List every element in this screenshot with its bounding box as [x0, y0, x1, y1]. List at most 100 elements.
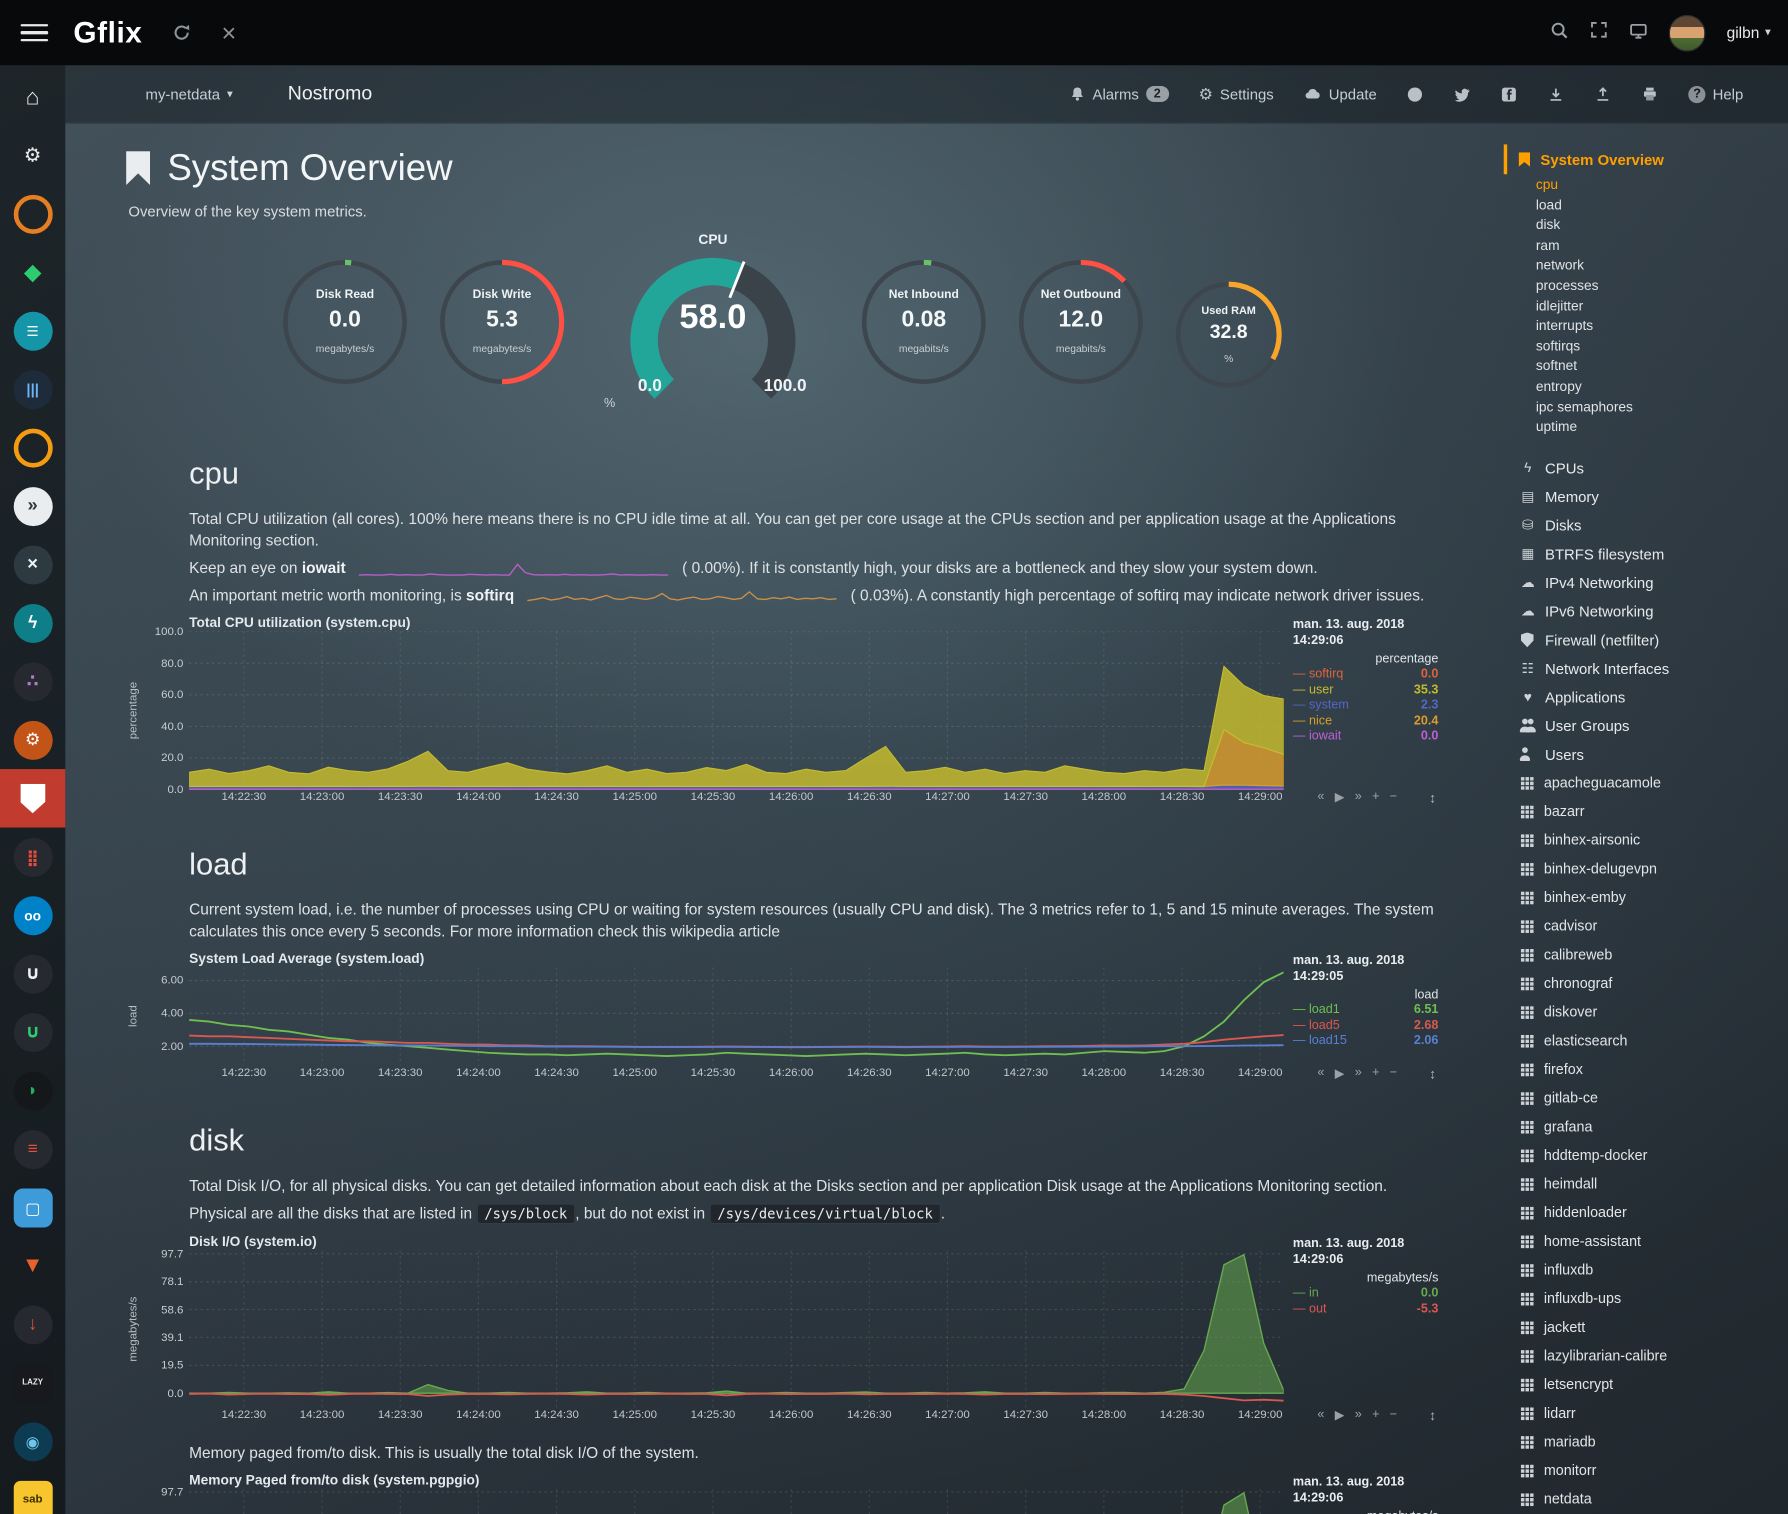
sidebar-app-dark-cross[interactable]: ×	[0, 535, 65, 593]
menu-section-firewall-netfilter-[interactable]: Firewall (netfilter)	[1519, 625, 1788, 654]
menu-app-hddtemp-docker[interactable]: hddtemp-docker	[1519, 1141, 1788, 1170]
menu-app-netdata[interactable]: netdata	[1519, 1485, 1788, 1514]
menu-app-elasticsearch[interactable]: elasticsearch	[1519, 1027, 1788, 1056]
iowait-sparkline[interactable]	[359, 562, 668, 577]
menu-app-lidarr[interactable]: lidarr	[1519, 1399, 1788, 1428]
upload-icon[interactable]	[1595, 85, 1612, 102]
menu-sub-idlejitter[interactable]: idlejitter	[1536, 296, 1788, 316]
menu-app-bazarr[interactable]: bazarr	[1519, 797, 1788, 826]
menu-section-disks[interactable]: ⛁Disks	[1519, 511, 1788, 540]
sidebar-app-white-horseshoe[interactable]: ∪	[0, 944, 65, 1002]
sidebar-app-scatter[interactable]: ∴	[0, 652, 65, 710]
legend-load15[interactable]: — load152.06	[1293, 1034, 1439, 1049]
menu-sub-interrupts[interactable]: interrupts	[1536, 317, 1788, 337]
user-menu[interactable]: gilbn▾	[1727, 24, 1771, 41]
help-button[interactable]: ?Help	[1689, 85, 1744, 102]
zoom-in-button[interactable]: +	[1372, 790, 1379, 805]
fullscreen-icon[interactable]	[1590, 21, 1608, 45]
sidebar-home[interactable]: ⌂	[0, 68, 65, 126]
chart-canvas[interactable]	[189, 1250, 1284, 1407]
menu-app-jackett[interactable]: jackett	[1519, 1313, 1788, 1342]
sidebar-app-sab[interactable]: sab	[0, 1471, 65, 1514]
pan-right-button[interactable]: »	[1355, 1407, 1362, 1422]
menu-section-network-interfaces[interactable]: ☷Network Interfaces	[1519, 654, 1788, 683]
menu-sub-softnet[interactable]: softnet	[1536, 357, 1788, 377]
zoom-out-button[interactable]: −	[1390, 1407, 1397, 1422]
settings-button[interactable]: ⚙Settings	[1199, 85, 1274, 102]
menu-app-cadvisor[interactable]: cadvisor	[1519, 912, 1788, 941]
resize-handle[interactable]: ↕	[1429, 790, 1436, 806]
menu-sub-cpu[interactable]: cpu	[1536, 175, 1788, 195]
sidebar-app-red-dots[interactable]: ⣿	[0, 828, 65, 886]
refresh-icon[interactable]	[172, 23, 191, 42]
menu-app-binhex-delugevpn[interactable]: binhex-delugevpn	[1519, 855, 1788, 884]
search-icon[interactable]	[1550, 20, 1569, 45]
menu-sub-load[interactable]: load	[1536, 196, 1788, 216]
sidebar-app-orange-search[interactable]	[0, 418, 65, 476]
download-icon[interactable]	[1548, 85, 1565, 102]
menu-section-users[interactable]: Users	[1519, 740, 1788, 769]
sidebar-app-dark-green-dot[interactable]: ◗	[0, 1061, 65, 1119]
sidebar-app-green-horseshoe[interactable]: ∪	[0, 1003, 65, 1061]
avatar[interactable]	[1669, 14, 1706, 51]
menu-app-mariadb[interactable]: mariadb	[1519, 1428, 1788, 1457]
legend-load1[interactable]: — load16.51	[1293, 1003, 1439, 1018]
menu-sub-network[interactable]: network	[1536, 256, 1788, 276]
alarms-button[interactable]: Alarms 2	[1070, 85, 1169, 102]
play-button[interactable]: ▶	[1335, 790, 1345, 805]
menu-sub-softirqs[interactable]: softirqs	[1536, 337, 1788, 357]
pan-left-button[interactable]: «	[1317, 1066, 1324, 1081]
menu-section-ipv4-networking[interactable]: ☁IPv4 Networking	[1519, 568, 1788, 597]
sidebar-app-blue-bars[interactable]: |||	[0, 360, 65, 418]
sidebar-app-white-chevrons[interactable]: »	[0, 477, 65, 535]
zoom-in-button[interactable]: +	[1372, 1407, 1379, 1422]
menu-app-chronograf[interactable]: chronograf	[1519, 969, 1788, 998]
update-button[interactable]: Update	[1304, 85, 1377, 102]
zoom-out-button[interactable]: −	[1390, 1066, 1397, 1081]
sidebar-app-teal-bolt[interactable]: ϟ	[0, 594, 65, 652]
chart-legend[interactable]: man. 13. aug. 201814:29:06percentage— so…	[1284, 617, 1439, 790]
server-dropdown[interactable]: my-netdata▾	[146, 85, 233, 102]
resize-handle[interactable]: ↕	[1429, 1407, 1436, 1423]
menu-app-grafana[interactable]: grafana	[1519, 1113, 1788, 1142]
menu-sub-ram[interactable]: ram	[1536, 236, 1788, 256]
menu-sub-uptime[interactable]: uptime	[1536, 417, 1788, 437]
menu-app-hiddenloader[interactable]: hiddenloader	[1519, 1199, 1788, 1228]
legend-in[interactable]: — in0.0	[1293, 1286, 1439, 1301]
gauge-cpu[interactable]: CPU 58.0 0.0 100.0 %	[593, 232, 834, 413]
sidebar-settings[interactable]: ⚙	[0, 126, 65, 184]
close-icon[interactable]: ×	[222, 20, 237, 45]
menu-sub-entropy[interactable]: entropy	[1536, 377, 1788, 397]
menu-section-applications[interactable]: ♥Applications	[1519, 683, 1788, 712]
softirq-sparkline[interactable]	[528, 589, 837, 604]
menu-app-monitorr[interactable]: monitorr	[1519, 1456, 1788, 1485]
sidebar-app-red-arrow[interactable]: ↓	[0, 1295, 65, 1353]
chart-legend[interactable]: man. 13. aug. 201814:29:06megabytes/s— i…	[1284, 1236, 1439, 1408]
menu-sub-ipc-semaphores[interactable]: ipc semaphores	[1536, 397, 1788, 417]
github-icon[interactable]	[1407, 85, 1424, 102]
menu-app-home-assistant[interactable]: home-assistant	[1519, 1227, 1788, 1256]
sidebar-app-orange-gear[interactable]: ⚙	[0, 711, 65, 769]
menu-app-diskover[interactable]: diskover	[1519, 998, 1788, 1027]
menu-sub-disk[interactable]: disk	[1536, 216, 1788, 236]
menu-system-overview[interactable]: System Overview	[1519, 147, 1788, 172]
legend-user[interactable]: — user35.3	[1293, 683, 1439, 698]
gauge-disk-read[interactable]: Disk Read 0.0 megabytes/s	[279, 256, 412, 389]
chart-canvas[interactable]	[189, 632, 1284, 790]
zoom-out-button[interactable]: −	[1390, 790, 1397, 805]
play-button[interactable]: ▶	[1335, 1066, 1345, 1081]
menu-app-lazylibrarian-calibre[interactable]: lazylibrarian-calibre	[1519, 1342, 1788, 1371]
legend-iowait[interactable]: — iowait0.0	[1293, 729, 1439, 744]
hamburger-icon[interactable]	[21, 19, 49, 46]
sidebar-app-green-diamond[interactable]: ◆	[0, 243, 65, 301]
gauge-used-ram[interactable]: Used RAM 32.8 %	[1171, 277, 1286, 392]
resize-handle[interactable]: ↕	[1429, 1066, 1436, 1082]
sidebar-app-blue-oo[interactable]: oo	[0, 886, 65, 944]
menu-section-cpus[interactable]: ϟCPUs	[1519, 454, 1788, 483]
sidebar-app-blue-window[interactable]: ▢	[0, 1178, 65, 1236]
menu-app-firefox[interactable]: firefox	[1519, 1055, 1788, 1084]
menu-app-apacheguacamole[interactable]: apacheguacamole	[1519, 769, 1788, 798]
play-button[interactable]: ▶	[1335, 1407, 1345, 1422]
menu-app-heimdall[interactable]: heimdall	[1519, 1170, 1788, 1199]
menu-app-calibreweb[interactable]: calibreweb	[1519, 941, 1788, 970]
